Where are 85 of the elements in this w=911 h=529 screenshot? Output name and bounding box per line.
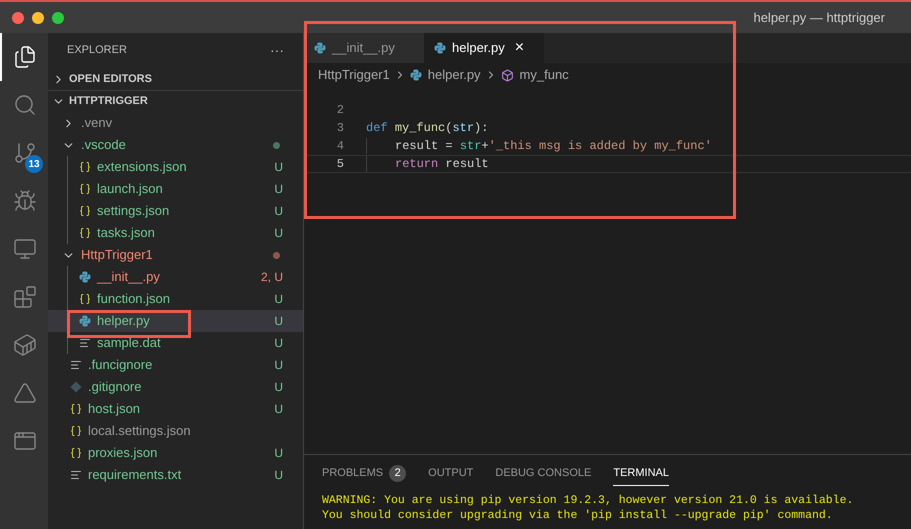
status-letter: U xyxy=(274,445,283,462)
braces-icon xyxy=(79,293,91,305)
section-header[interactable]: OPEN EDITORS xyxy=(48,68,303,90)
line-number: 5 xyxy=(336,156,344,173)
python-icon xyxy=(410,69,422,81)
folder-item[interactable]: .venv xyxy=(48,112,303,134)
minimize-window-button[interactable] xyxy=(32,12,44,24)
braces-icon xyxy=(79,205,91,217)
line-number: 3 xyxy=(336,120,344,137)
terminal-line: WARNING: You are using pip version 19.2.3, however version 21.0 is available. xyxy=(322,493,854,508)
window-title: helper.py — httptrigger xyxy=(753,8,885,27)
breadcrumb-item[interactable]: HttpTrigger1 xyxy=(318,65,390,85)
status-letter: U xyxy=(274,181,283,198)
braces-icon xyxy=(79,227,91,239)
panel-tab[interactable]: DEBUG CONSOLE xyxy=(495,462,592,486)
python-icon xyxy=(79,271,91,283)
search-icon xyxy=(13,93,37,117)
file-item[interactable]: host.json U xyxy=(48,398,303,420)
file-item[interactable]: .funcignore U xyxy=(48,354,303,376)
line-number: 4 xyxy=(336,138,344,155)
braces-icon xyxy=(70,425,82,437)
status-letter: U xyxy=(274,401,283,418)
file-item[interactable]: proxies.json U xyxy=(48,442,303,464)
triangle-icon xyxy=(13,381,37,405)
monitor-icon xyxy=(13,237,37,261)
code-line: result = str+'_this msg is added by my_func' xyxy=(395,138,712,155)
status-letter: U xyxy=(274,379,283,396)
braces-icon xyxy=(70,447,82,459)
code-line: return result xyxy=(395,156,489,173)
close-icon[interactable]: × xyxy=(514,36,524,60)
file-item[interactable]: function.json U xyxy=(48,288,303,310)
section-header[interactable]: HTTPTRIGGER xyxy=(48,90,303,112)
count-badge: 13 xyxy=(25,155,43,173)
file-item[interactable]: __init__.py 2, U xyxy=(48,266,303,288)
status-letter: U xyxy=(274,291,283,308)
count-badge: 2 xyxy=(389,465,406,482)
file-item[interactable]: tasks.json U xyxy=(48,222,303,244)
breadcrumb-item[interactable]: helper.py xyxy=(428,65,481,85)
file-item[interactable]: extensions.json U xyxy=(48,156,303,178)
status-letter: U xyxy=(274,313,283,330)
code-line: def my_func(str): xyxy=(366,120,488,137)
lines-icon xyxy=(70,359,82,371)
panel-tab[interactable]: PROBLEMS 2 xyxy=(322,462,406,486)
folder-item[interactable]: HttpTrigger1 xyxy=(48,244,303,266)
files-icon xyxy=(13,45,37,69)
panel-tab[interactable]: OUTPUT xyxy=(428,462,474,486)
terminal-line: You should consider upgrading via the 'pip install --upgrade pip' command. xyxy=(322,508,834,523)
file-item[interactable]: requirements.txt U xyxy=(48,464,303,486)
status-letter: U xyxy=(274,467,283,484)
editor-tab[interactable]: __init__.py xyxy=(304,33,424,63)
file-item[interactable]: launch.json U xyxy=(48,178,303,200)
blocks-icon xyxy=(13,285,37,309)
braces-icon xyxy=(79,161,91,173)
lines-icon xyxy=(70,469,82,481)
container-icon xyxy=(13,333,37,357)
maximize-window-button[interactable] xyxy=(52,12,64,24)
braces-icon xyxy=(79,183,91,195)
python-icon xyxy=(434,42,446,54)
activity-button[interactable]: 13 xyxy=(0,129,48,177)
file-item[interactable]: settings.json U xyxy=(48,200,303,222)
bug-icon xyxy=(13,189,37,213)
python-icon xyxy=(79,315,91,327)
file-item[interactable]: .gitignore U xyxy=(48,376,303,398)
braces-icon xyxy=(70,403,82,415)
status-letter: U xyxy=(274,203,283,220)
lines-icon xyxy=(79,337,91,349)
line-number: 2 xyxy=(336,102,344,119)
panel-tab[interactable]: TERMINAL xyxy=(613,462,669,486)
status-letter: U xyxy=(274,225,283,242)
file-item[interactable]: helper.py U xyxy=(48,310,303,332)
breadcrumb-item[interactable]: my_func xyxy=(520,65,569,85)
status-letter: U xyxy=(274,357,283,374)
more-actions-icon[interactable]: ··· xyxy=(270,40,284,61)
folder-item[interactable]: .vscode xyxy=(48,134,303,156)
python-icon xyxy=(314,42,326,54)
file-item[interactable]: local.settings.json xyxy=(48,420,303,442)
status-letter: 2, U xyxy=(260,269,283,286)
file-item[interactable]: sample.dat U xyxy=(48,332,303,354)
status-letter: U xyxy=(274,335,283,352)
status-letter: U xyxy=(274,159,283,176)
sidebar-title: EXPLORER xyxy=(67,43,127,58)
editor-tab[interactable]: helper.py × xyxy=(424,33,544,63)
diamond-icon xyxy=(70,381,82,393)
cube-icon xyxy=(500,68,514,82)
close-window-button[interactable] xyxy=(12,12,24,24)
